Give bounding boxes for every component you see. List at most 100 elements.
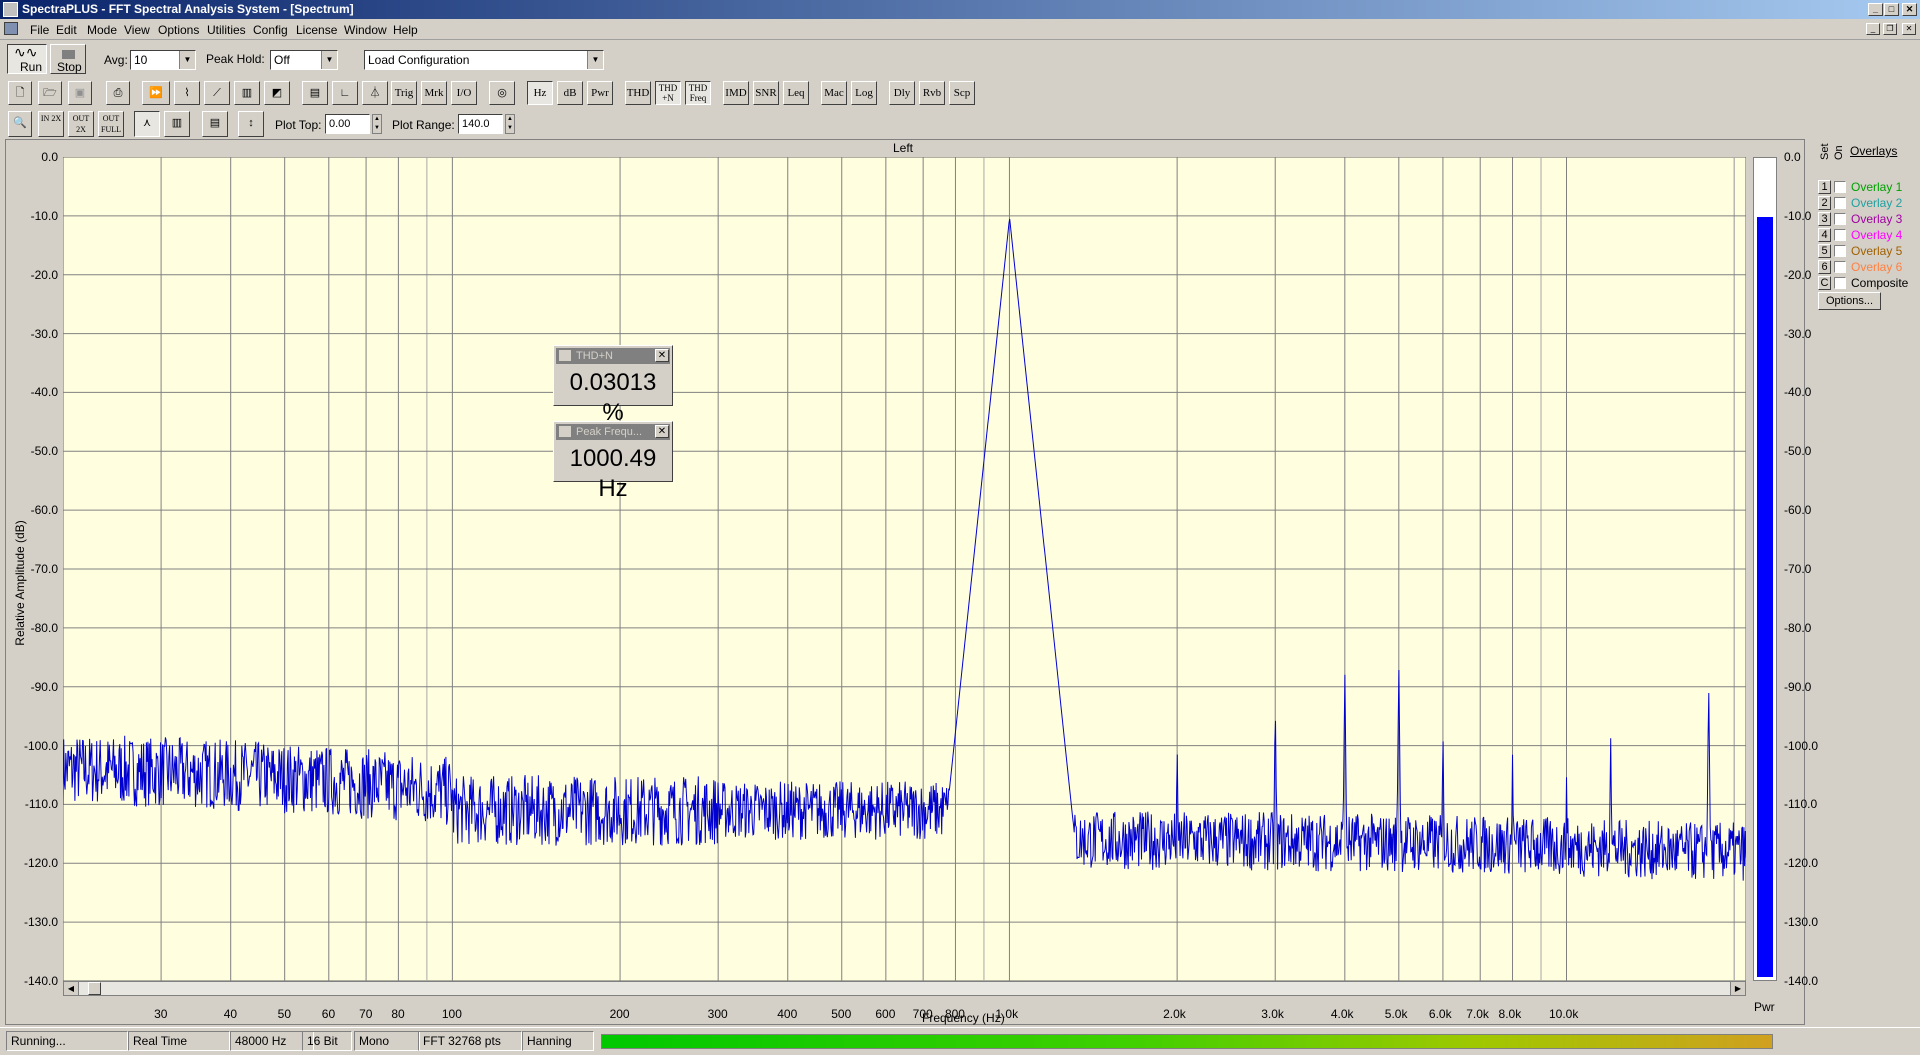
menu-options[interactable]: Options xyxy=(158,23,199,37)
overlay-set-button[interactable]: 4 xyxy=(1818,228,1831,242)
overlay-on-checkbox[interactable] xyxy=(1834,229,1846,241)
thd-meter-titlebar[interactable]: THD+N ✕ xyxy=(556,348,670,364)
plot-range-value: 140.0 xyxy=(462,118,490,130)
menu-view[interactable]: View xyxy=(124,23,150,37)
overlay-set-button[interactable]: 5 xyxy=(1818,244,1831,258)
settings-button[interactable]: ▤ xyxy=(302,81,328,105)
overlay-set-button[interactable]: 3 xyxy=(1818,212,1831,226)
new-button[interactable]: 🗋 xyxy=(8,81,32,105)
analyzer-button[interactable]: ⌇ xyxy=(174,81,200,105)
peak-frequency-meter[interactable]: Peak Frequ... ✕ 1000.49 Hz xyxy=(553,421,673,502)
print-button[interactable]: ⎙ xyxy=(106,81,130,105)
mdi-restore-button[interactable]: ❐ xyxy=(1883,23,1897,35)
zoom-in-button[interactable]: IN 2X xyxy=(38,111,64,137)
overlay-set-button[interactable]: 2 xyxy=(1818,196,1831,210)
scroll-right-icon[interactable]: ▶ xyxy=(1730,982,1745,995)
leq-button[interactable]: Leq xyxy=(783,81,809,105)
plot-range-spinner[interactable]: ▲ ▼ xyxy=(505,114,515,134)
peak-hold-select[interactable]: Off ▼ xyxy=(270,50,338,70)
dly-button[interactable]: Dly xyxy=(889,81,915,105)
thd-n-button[interactable]: THD +N xyxy=(655,81,681,105)
power-bar-tick: -80.0 xyxy=(1784,620,1812,635)
peak-meter-titlebar[interactable]: Peak Frequ... ✕ xyxy=(556,424,670,440)
imd-button[interactable]: IMD xyxy=(723,81,749,105)
mrk-button[interactable]: Mrk xyxy=(421,81,447,105)
menu-config[interactable]: Config xyxy=(253,23,288,37)
overlay-on-checkbox[interactable] xyxy=(1834,277,1846,289)
io-button[interactable]: I/O xyxy=(451,81,477,105)
thd-freq-button[interactable]: THD Freq xyxy=(685,81,711,105)
close-button[interactable]: ✕ xyxy=(1902,3,1917,16)
db-button[interactable]: dB xyxy=(557,81,583,105)
overlay-set-button[interactable]: C xyxy=(1818,276,1831,290)
trig-button[interactable]: Trig xyxy=(391,81,417,105)
menu-utilities[interactable]: Utilities xyxy=(207,23,246,37)
app-icon[interactable] xyxy=(3,2,18,17)
scp-button[interactable]: Scp xyxy=(949,81,975,105)
calibration-button[interactable]: ⏃ xyxy=(362,81,388,105)
close-icon[interactable]: ✕ xyxy=(655,349,669,362)
menu-help[interactable]: Help xyxy=(393,23,418,37)
3d-surface-icon: ◩ xyxy=(271,87,283,99)
display-settings-button[interactable]: ▤ xyxy=(202,111,228,137)
rvb-button[interactable]: Rvb xyxy=(919,81,945,105)
thd-button[interactable]: THD xyxy=(625,81,651,105)
x-tick-label: 800 xyxy=(944,1007,965,1021)
overlay-set-button[interactable]: 6 xyxy=(1818,260,1831,274)
zoom-full-button[interactable]: OUT FULL xyxy=(98,111,124,137)
mac-button[interactable]: Mac xyxy=(821,81,847,105)
hz-button[interactable]: Hz xyxy=(527,81,553,105)
overlay-on-checkbox[interactable] xyxy=(1834,261,1846,273)
zoom-out-button[interactable]: OUT 2X xyxy=(68,111,94,137)
scroll-thumb[interactable] xyxy=(88,982,101,995)
spectrogram-button[interactable]: ▥ xyxy=(234,81,260,105)
spectrum-plot[interactable] xyxy=(63,157,1746,981)
autoscale-button[interactable]: ↕ xyxy=(238,111,264,137)
pwr-button[interactable]: Pwr xyxy=(587,81,613,105)
doc-icon[interactable] xyxy=(4,22,18,35)
overlay-options-button[interactable]: Options... xyxy=(1818,292,1881,310)
mdi-close-button[interactable]: ✕ xyxy=(1902,23,1916,35)
stop-button[interactable]: Stop xyxy=(50,44,86,74)
generator-button[interactable]: ◎ xyxy=(489,81,515,105)
bar-plot-button[interactable]: ▥ xyxy=(164,111,190,137)
menu-window[interactable]: Window xyxy=(344,23,387,37)
minimize-button[interactable]: _ xyxy=(1868,3,1883,16)
mdi-minimize-button[interactable]: _ xyxy=(1866,23,1880,35)
overlay-set-button[interactable]: 1 xyxy=(1818,180,1831,194)
plot-range-input[interactable]: 140.0 xyxy=(458,114,503,134)
plot-top-spinner[interactable]: ▲ ▼ xyxy=(372,114,382,134)
run-button[interactable]: ∿∿ Run xyxy=(7,44,47,74)
thd-meter[interactable]: THD+N ✕ 0.03013 % xyxy=(553,345,673,426)
overlay-on-checkbox[interactable] xyxy=(1834,181,1846,193)
3d-surface-button[interactable]: ◩ xyxy=(264,81,290,105)
chevron-down-icon[interactable]: ▼ xyxy=(179,51,195,69)
chevron-down-icon[interactable]: ▼ xyxy=(321,51,337,69)
maximize-button[interactable]: □ xyxy=(1884,3,1899,16)
overlay-on-checkbox[interactable] xyxy=(1834,213,1846,225)
chevron-down-icon[interactable]: ▼ xyxy=(587,51,603,69)
scroll-left-icon[interactable]: ◀ xyxy=(64,982,79,995)
plot-top-input[interactable]: 0.00 xyxy=(325,114,370,134)
y-tick-label: -80.0 xyxy=(30,620,58,635)
open-button[interactable]: 🗁 xyxy=(38,81,62,105)
plot-scrollbar[interactable]: ◀ ▶ xyxy=(63,981,1746,996)
menu-license[interactable]: License xyxy=(296,23,337,37)
snr-button[interactable]: SNR xyxy=(753,81,779,105)
menu-edit[interactable]: Edit xyxy=(56,23,77,37)
line-plot-button[interactable]: ⋏ xyxy=(134,111,160,137)
overlay-on-checkbox[interactable] xyxy=(1834,245,1846,257)
zoom-button[interactable]: 🔍 xyxy=(8,111,32,137)
configuration-select[interactable]: Load Configuration ▼ xyxy=(364,50,604,70)
log-button[interactable]: Log xyxy=(851,81,877,105)
recorder-button[interactable]: ⏩ xyxy=(142,81,170,105)
save-button[interactable]: ▣ xyxy=(68,81,92,105)
time-series-button[interactable]: ⟋ xyxy=(204,81,230,105)
overlay-name: Composite xyxy=(1851,276,1909,290)
menu-file[interactable]: File xyxy=(30,23,49,37)
overlay-on-checkbox[interactable] xyxy=(1834,197,1846,209)
scaling-button[interactable]: ∟ xyxy=(332,81,358,105)
menu-mode[interactable]: Mode xyxy=(87,23,117,37)
avg-select[interactable]: 10 ▼ xyxy=(130,50,196,70)
close-icon[interactable]: ✕ xyxy=(655,425,669,438)
